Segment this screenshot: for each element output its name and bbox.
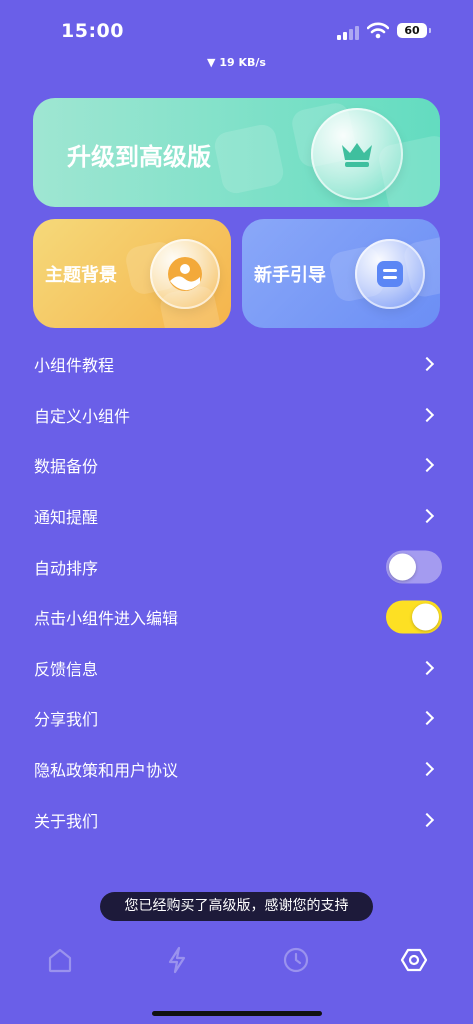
- theme-background-card[interactable]: 主题背景: [33, 219, 231, 328]
- chevron-right-icon: [419, 761, 435, 777]
- menu-item-auto-sort: 自动排序: [0, 541, 473, 592]
- battery-icon: 60: [397, 23, 431, 38]
- chevron-right-icon: [419, 357, 435, 372]
- chevron-right-icon: [419, 711, 435, 726]
- cellular-signal-icon: [337, 24, 359, 40]
- menu-item-privacy-policy[interactable]: 隐私政策和用户协议: [0, 744, 473, 795]
- menu-item-feedback[interactable]: 反馈信息: [0, 643, 473, 694]
- menu-item-label: 自动排序: [34, 558, 99, 578]
- menu-item-custom-widget[interactable]: 自定义小组件: [0, 390, 473, 441]
- clock-icon: [283, 947, 309, 973]
- menu-item-label: 自定义小组件: [34, 406, 131, 426]
- menu-item-label: 隐私政策和用户协议: [34, 761, 179, 781]
- menu-item-label: 数据备份: [34, 457, 99, 477]
- chevron-right-icon: [419, 660, 435, 675]
- menu-item-label: 关于我们: [34, 811, 99, 831]
- settings-menu: 小组件教程 自定义小组件 数据备份 通知提醒 自动排序 点击小组件进入编辑 反馈…: [0, 339, 473, 845]
- chevron-right-icon: [419, 812, 435, 827]
- chevron-right-icon: [419, 407, 435, 422]
- status-bar: 15:00 60: [0, 0, 473, 56]
- upgrade-card-title: 升级到高级版: [67, 143, 211, 171]
- menu-item-label: 小组件教程: [34, 356, 115, 376]
- status-time: 15:00: [61, 20, 124, 42]
- tab-settings[interactable]: [399, 945, 429, 975]
- auto-sort-toggle[interactable]: [386, 550, 442, 584]
- tab-quick-actions[interactable]: [162, 945, 192, 975]
- home-indicator: [152, 1011, 322, 1016]
- menu-item-label: 反馈信息: [34, 659, 99, 679]
- theme-card-title: 主题背景: [45, 265, 117, 286]
- chevron-right-icon: [419, 509, 435, 524]
- sunset-icon: [150, 239, 220, 309]
- menu-item-about-us[interactable]: 关于我们: [0, 794, 473, 845]
- lightning-icon: [168, 946, 186, 974]
- tab-home[interactable]: [45, 945, 75, 975]
- tap-to-edit-toggle[interactable]: [386, 600, 442, 634]
- chevron-right-icon: [419, 458, 435, 473]
- menu-item-label: 点击小组件进入编辑: [34, 609, 179, 629]
- menu-item-data-backup[interactable]: 数据备份: [0, 440, 473, 491]
- wifi-icon: [367, 22, 389, 39]
- home-icon: [48, 948, 72, 973]
- menu-item-notification[interactable]: 通知提醒: [0, 491, 473, 542]
- network-speed: ▼ 19 KB/s: [207, 56, 266, 69]
- bottom-tab-bar: [0, 935, 473, 985]
- guide-card-title: 新手引导: [254, 265, 326, 286]
- beginner-guide-card[interactable]: 新手引导: [242, 219, 440, 328]
- purchase-toast: 您已经购买了高级版，感谢您的支持: [100, 892, 373, 921]
- upgrade-premium-card[interactable]: 升级到高级版: [33, 98, 440, 207]
- menu-item-label: 通知提醒: [34, 508, 99, 528]
- toggle-knob: [412, 603, 439, 631]
- tab-history[interactable]: [281, 945, 311, 975]
- crown-icon: [311, 108, 403, 200]
- settings-hexagon-icon: [400, 948, 428, 972]
- menu-item-widget-tutorial[interactable]: 小组件教程: [0, 339, 473, 390]
- menu-item-label: 分享我们: [34, 710, 99, 730]
- menu-item-share[interactable]: 分享我们: [0, 693, 473, 744]
- guide-icon: [355, 239, 425, 309]
- toggle-knob: [389, 553, 416, 581]
- menu-item-tap-to-edit: 点击小组件进入编辑: [0, 592, 473, 643]
